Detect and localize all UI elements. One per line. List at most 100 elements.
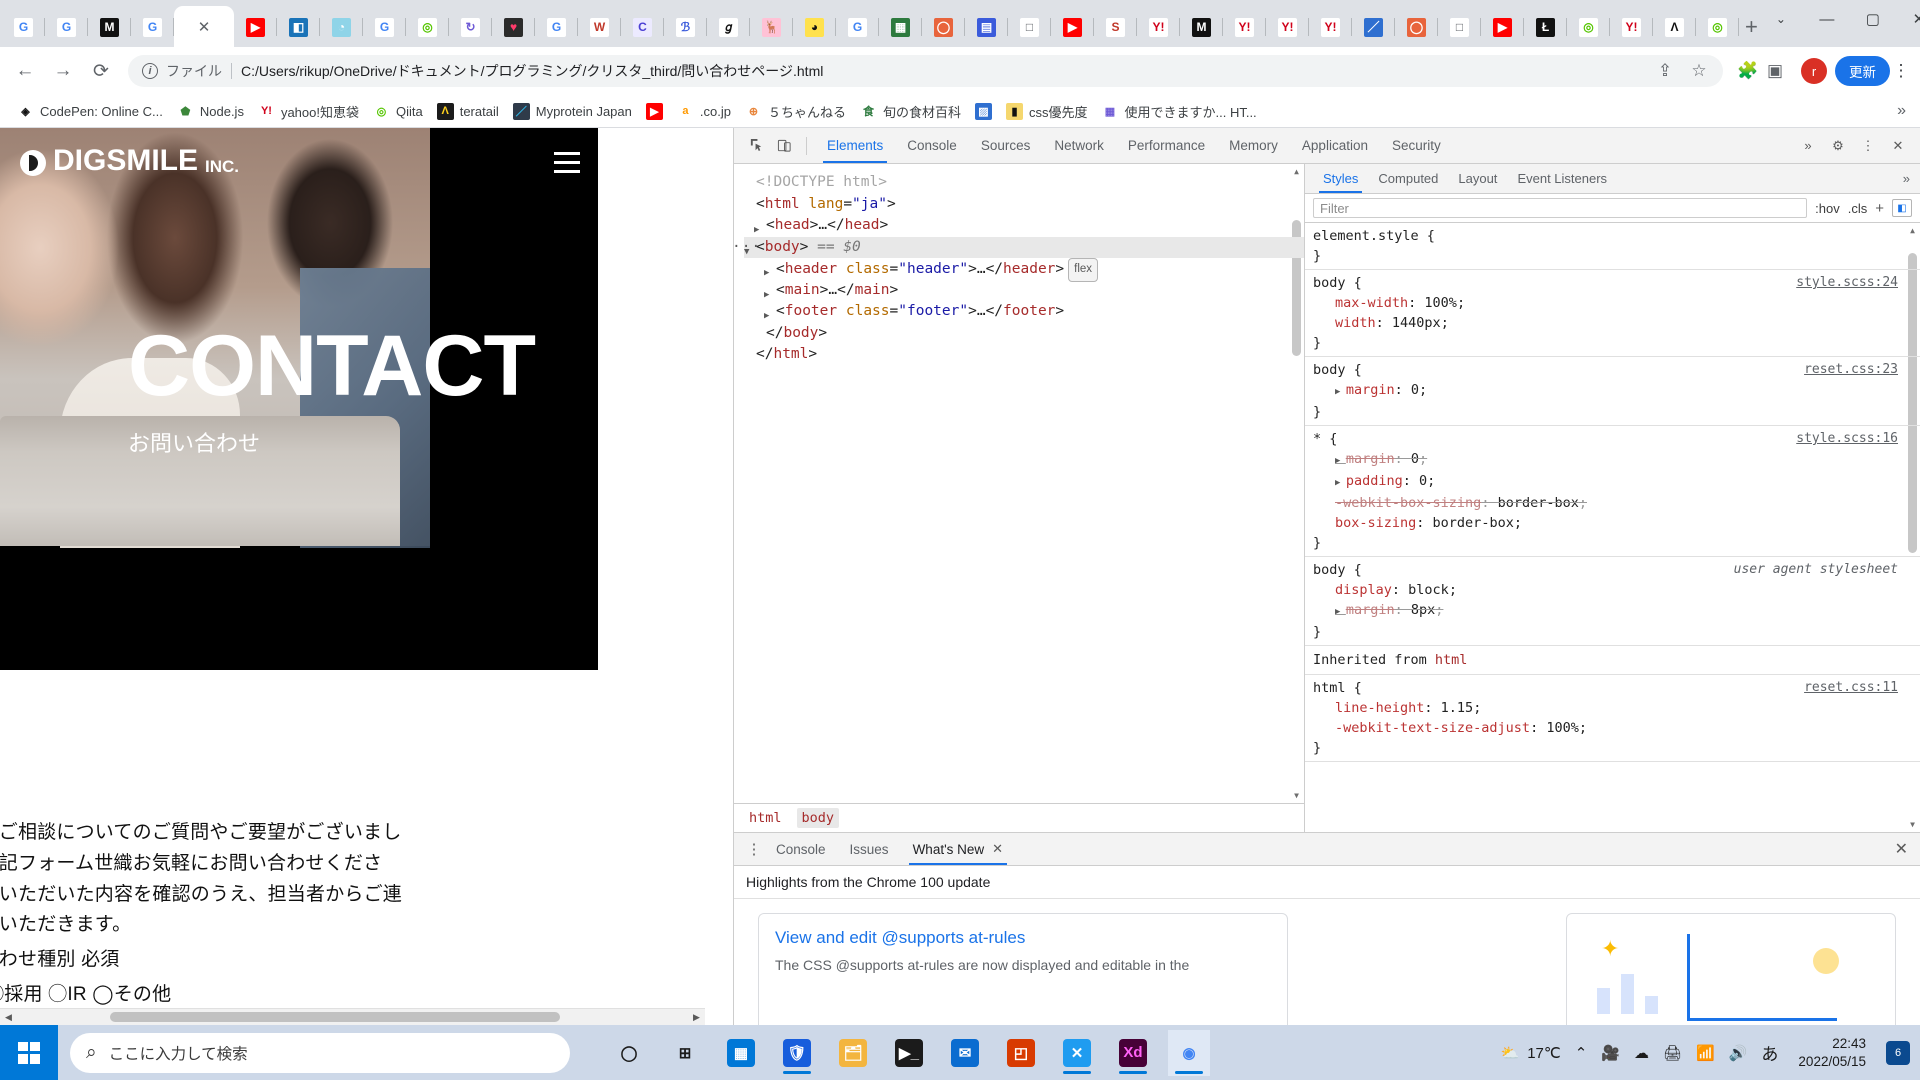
pink-animal-tab-icon[interactable]: 🦌 [762, 18, 781, 37]
scroll-left-arrow[interactable]: ◀ [0, 1009, 17, 1026]
inherited-rule-0[interactable]: html {reset.css:11line-height: 1.15;-web… [1305, 675, 1920, 762]
onedrive-cloud-icon[interactable]: ☁ [1634, 1044, 1649, 1062]
taskbar-app-bitwarden[interactable]: 🛡 [776, 1030, 818, 1076]
devtools-tab-memory[interactable]: Memory [1217, 128, 1290, 163]
google-tab-2-icon[interactable]: G [57, 18, 76, 37]
tab-12[interactable]: G [535, 7, 578, 47]
back-button[interactable]: ← [8, 54, 42, 88]
notification-badge[interactable]: 6 [1886, 1041, 1910, 1065]
white-square-tab-2-icon[interactable]: □ [1450, 18, 1469, 37]
drawer-close-icon[interactable]: ✕ [1895, 839, 1920, 859]
taskbar-app-adobe-xd[interactable]: Xd [1112, 1030, 1154, 1076]
breadcrumb-item-html[interactable]: html [744, 808, 787, 828]
dom-node-main[interactable]: ▶<main>…</main> [764, 280, 1304, 302]
youtube-tab-2-icon[interactable]: ▶ [1063, 18, 1082, 37]
dom-node-body[interactable]: ···▼<body> == $0 [744, 237, 1304, 259]
bookmark-item-11[interactable]: ▮css優先度 [999, 99, 1095, 123]
tray-expand-icon[interactable]: ⌃ [1575, 1044, 1588, 1062]
google-tab-3-icon[interactable]: G [143, 18, 162, 37]
taskbar-app-vscode[interactable]: ✕ [1056, 1030, 1098, 1076]
dom-node-html[interactable]: <html lang="ja"> [744, 194, 1304, 216]
extensions-icon[interactable]: 🧩 [1737, 61, 1757, 81]
tab-22[interactable]: ▤ [965, 7, 1008, 47]
tab-34[interactable]: ▶ [1481, 7, 1524, 47]
dom-node-footer[interactable]: ▶<footer class="footer">…</footer> [764, 301, 1304, 323]
site-info-icon[interactable]: i [142, 63, 158, 79]
bookmark-item-4[interactable]: Λteratail [430, 99, 506, 123]
tab-20[interactable]: ▦ [879, 7, 922, 47]
teratail-tab-2-icon[interactable]: Λ [1665, 18, 1684, 37]
dom-node-doctype[interactable]: <!DOCTYPE html> [744, 172, 1304, 194]
tab-2[interactable]: M [88, 7, 131, 47]
pride-heart-tab-icon[interactable]: ♥ [504, 18, 523, 37]
side-panel-icon[interactable]: ▣ [1765, 61, 1785, 81]
styles-rule-2[interactable]: body {reset.css:23▶ margin: 0;} [1305, 357, 1920, 426]
qiita-tab-3-icon[interactable]: ◎ [1708, 18, 1727, 37]
styles-rules-list[interactable]: ▲ ▼ element.style {}body {style.scss:24m… [1305, 223, 1920, 832]
whats-new-illustration-card[interactable]: ✦ [1566, 913, 1896, 1025]
scroll-thumb-horizontal[interactable] [110, 1012, 560, 1022]
taskbar-app-terminal[interactable]: ▶_ [888, 1030, 930, 1076]
computed-sidebar-icon[interactable]: ◧ [1892, 199, 1912, 217]
dom-node-html[interactable]: </html> [744, 344, 1304, 366]
form-radio-options[interactable]: ◯依頼 ◯採用 ◯IR ◯その他 [0, 980, 600, 1011]
bookmarks-overflow-icon[interactable]: » [1897, 102, 1910, 120]
tab-16[interactable]: 𝑔 [707, 7, 750, 47]
breadcrumb-item-body[interactable]: body [797, 808, 840, 828]
menu-hamburger-icon[interactable] [554, 152, 580, 179]
maximize-button[interactable]: ▢ [1850, 0, 1896, 38]
youtube-tab-1-icon[interactable]: ▶ [246, 18, 265, 37]
inspect-element-icon[interactable] [742, 132, 770, 160]
styles-scroll-down-arrow[interactable]: ▼ [1905, 817, 1920, 832]
bookmark-item-0[interactable]: ◈CodePen: Online C... [10, 99, 170, 123]
profile-avatar[interactable]: r [1801, 58, 1827, 84]
drawer-menu-icon[interactable]: ⋮ [744, 842, 764, 857]
bookmark-item-10[interactable]: ▨ [968, 99, 999, 123]
update-button[interactable]: 更新 [1835, 56, 1890, 86]
tab-18[interactable]: ◕ [793, 7, 836, 47]
share-icon[interactable]: ⇪ [1655, 61, 1675, 81]
forward-button[interactable]: → [46, 54, 80, 88]
tab-search-button[interactable]: ⌄ [1758, 0, 1804, 38]
start-button[interactable] [0, 1025, 58, 1080]
tab-8[interactable]: G [363, 7, 406, 47]
devtools-close-icon[interactable]: ✕ [1884, 132, 1912, 160]
google-tab-1-icon[interactable]: G [14, 18, 33, 37]
styles-tab-layout[interactable]: Layout [1448, 164, 1507, 193]
taskbar-app-widgets[interactable]: ⊞ [664, 1030, 706, 1076]
reload-button[interactable]: ⟳ [84, 54, 118, 88]
devtools-menu-icon[interactable]: ⋮ [1854, 132, 1882, 160]
devtools-tab-security[interactable]: Security [1380, 128, 1453, 163]
styles-overflow-icon[interactable]: » [1893, 164, 1920, 193]
bookmark-item-7[interactable]: a.co.jp [670, 99, 738, 123]
tab-0[interactable]: G [2, 7, 45, 47]
green-grid-tab-icon[interactable]: ▦ [891, 18, 910, 37]
gear-icon[interactable]: ⚙ [1824, 132, 1852, 160]
orange-ring-tab-2-icon[interactable]: ◯ [1407, 18, 1426, 37]
tab-31[interactable]: ／ [1352, 7, 1395, 47]
white-square-tab-icon[interactable]: □ [1020, 18, 1039, 37]
ime-indicator[interactable]: あ [1761, 1040, 1778, 1065]
tab-13[interactable]: W [578, 7, 621, 47]
bookmark-item-9[interactable]: 食旬の食材百科 [853, 99, 968, 123]
tab-33[interactable]: □ [1438, 7, 1481, 47]
styles-rule-3[interactable]: * {style.scss:16▶ margin: 0;▶ padding: 0… [1305, 426, 1920, 557]
close-window-button[interactable]: ✕ [1896, 0, 1920, 38]
qiita-tab-1-icon[interactable]: ◎ [418, 18, 437, 37]
tab-3[interactable]: G [131, 7, 174, 47]
tab-25[interactable]: S [1094, 7, 1137, 47]
dom-node-body[interactable]: </body> [754, 323, 1304, 345]
address-bar[interactable]: i ファイル C:/Users/rikup/OneDrive/ドキュメント/プロ… [128, 55, 1723, 87]
dom-node-header[interactable]: ▶<header class="header">…</header>flex [764, 258, 1304, 280]
dom-scroll-down-arrow[interactable]: ▼ [1289, 788, 1304, 803]
tab-39[interactable]: ◎ [1696, 7, 1739, 47]
google-tab-6-icon[interactable]: G [848, 18, 867, 37]
taskbar-app-mail[interactable]: ✉ [944, 1030, 986, 1076]
taskbar-app-task-view[interactable]: ◯ [608, 1030, 650, 1076]
yahoo-tab-4-icon[interactable]: Y! [1321, 18, 1340, 37]
taskbar-search-box[interactable]: ⌕ ここに入力して検索 [70, 1033, 570, 1073]
page-horizontal-scrollbar[interactable]: ◀ ▶ [0, 1008, 705, 1025]
tab-17[interactable]: 🦌 [750, 7, 793, 47]
new-tab-button[interactable]: + [1745, 12, 1758, 42]
site-logo[interactable]: DIGSMILE INC. [20, 146, 239, 176]
